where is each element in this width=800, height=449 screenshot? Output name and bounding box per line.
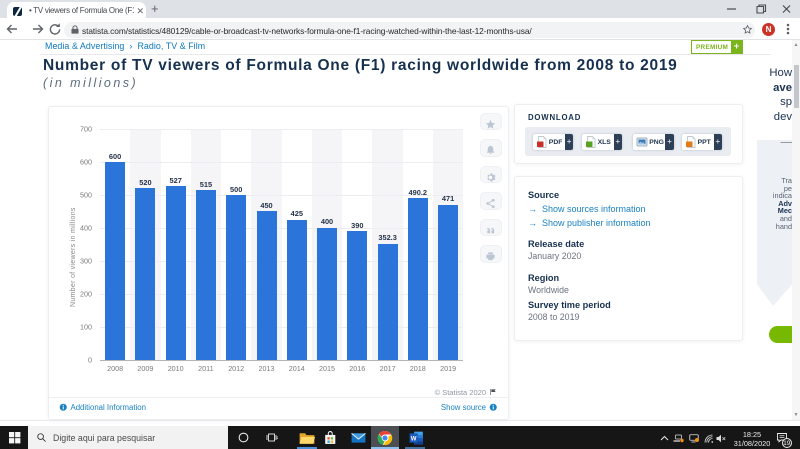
svg-text:W: W [411, 436, 417, 442]
